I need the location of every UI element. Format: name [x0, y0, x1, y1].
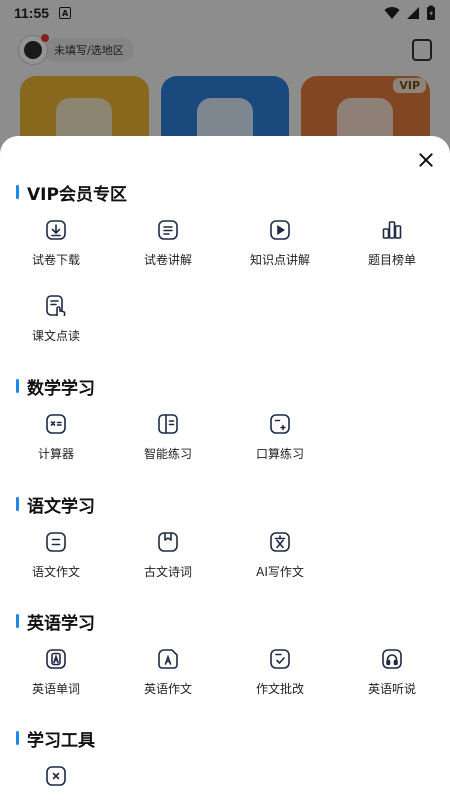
tool-item-ai-essay[interactable]: AI写作文: [224, 516, 336, 592]
section-study-tools: 学习工具: [0, 726, 450, 800]
tool-item-smart-practice[interactable]: 智能练习: [112, 398, 224, 474]
essay-icon: [44, 530, 68, 554]
section-accent-bar: [16, 497, 19, 511]
wen-char-icon: [268, 530, 292, 554]
download-doc-icon: [44, 218, 68, 242]
section-title: 语文学习: [0, 492, 450, 517]
tool-item-paper-download[interactable]: 试卷下载: [0, 204, 112, 280]
section-math: 数学学习 计算器 智能练习 口算练习: [0, 374, 450, 474]
section-accent-bar: [16, 731, 19, 745]
close-icon[interactable]: [416, 150, 436, 170]
bar-chart-icon: [380, 218, 404, 242]
calculator-icon: [44, 412, 68, 436]
section-accent-bar: [16, 185, 19, 199]
tool-item-x-tool[interactable]: [0, 750, 112, 800]
section-title: VIP会员专区: [0, 180, 450, 205]
tool-item-ranking[interactable]: 题目榜单: [336, 204, 448, 280]
book-icon: [156, 412, 180, 436]
section-title: 数学学习: [0, 374, 450, 399]
section-accent-bar: [16, 379, 19, 393]
tool-item-essay-correction[interactable]: 作文批改: [224, 633, 336, 709]
section-vip: VIP会员专区 试卷下载 试卷讲解 知识点讲解 题目榜单 课文点读: [0, 180, 450, 356]
letter-a-icon: [44, 647, 68, 671]
correction-icon: [268, 647, 292, 671]
headphones-icon: [380, 647, 404, 671]
tool-item-english-words[interactable]: 英语单词: [0, 633, 112, 709]
letter-a-doc-icon: [156, 647, 180, 671]
mental-math-icon: [268, 412, 292, 436]
tool-item-english-essay[interactable]: 英语作文: [112, 633, 224, 709]
tool-item-english-listening[interactable]: 英语听说: [336, 633, 448, 709]
tap-read-icon: [44, 294, 68, 318]
play-icon: [268, 218, 292, 242]
tools-bottom-sheet: VIP会员专区 试卷下载 试卷讲解 知识点讲解 题目榜单 课文点读 数学学习 计…: [0, 136, 450, 800]
section-title: 学习工具: [0, 726, 450, 751]
x-tool-icon: [44, 764, 68, 788]
doc-lines-icon: [156, 218, 180, 242]
tool-item-knowledge-explain[interactable]: 知识点讲解: [224, 204, 336, 280]
tool-item-classical-poetry[interactable]: 古文诗词: [112, 516, 224, 592]
section-english: 英语学习 英语单词 英语作文 作文批改 英语听说: [0, 609, 450, 709]
tool-item-calculator[interactable]: 计算器: [0, 398, 112, 474]
tool-item-paper-explain[interactable]: 试卷讲解: [112, 204, 224, 280]
section-chinese: 语文学习 语文作文 古文诗词 AI写作文: [0, 492, 450, 592]
tool-item-text-read[interactable]: 课文点读: [0, 280, 112, 356]
tool-item-mental-math[interactable]: 口算练习: [224, 398, 336, 474]
tool-item-chinese-essay[interactable]: 语文作文: [0, 516, 112, 592]
section-title: 英语学习: [0, 609, 450, 634]
bookmark-icon: [156, 530, 180, 554]
section-accent-bar: [16, 614, 19, 628]
